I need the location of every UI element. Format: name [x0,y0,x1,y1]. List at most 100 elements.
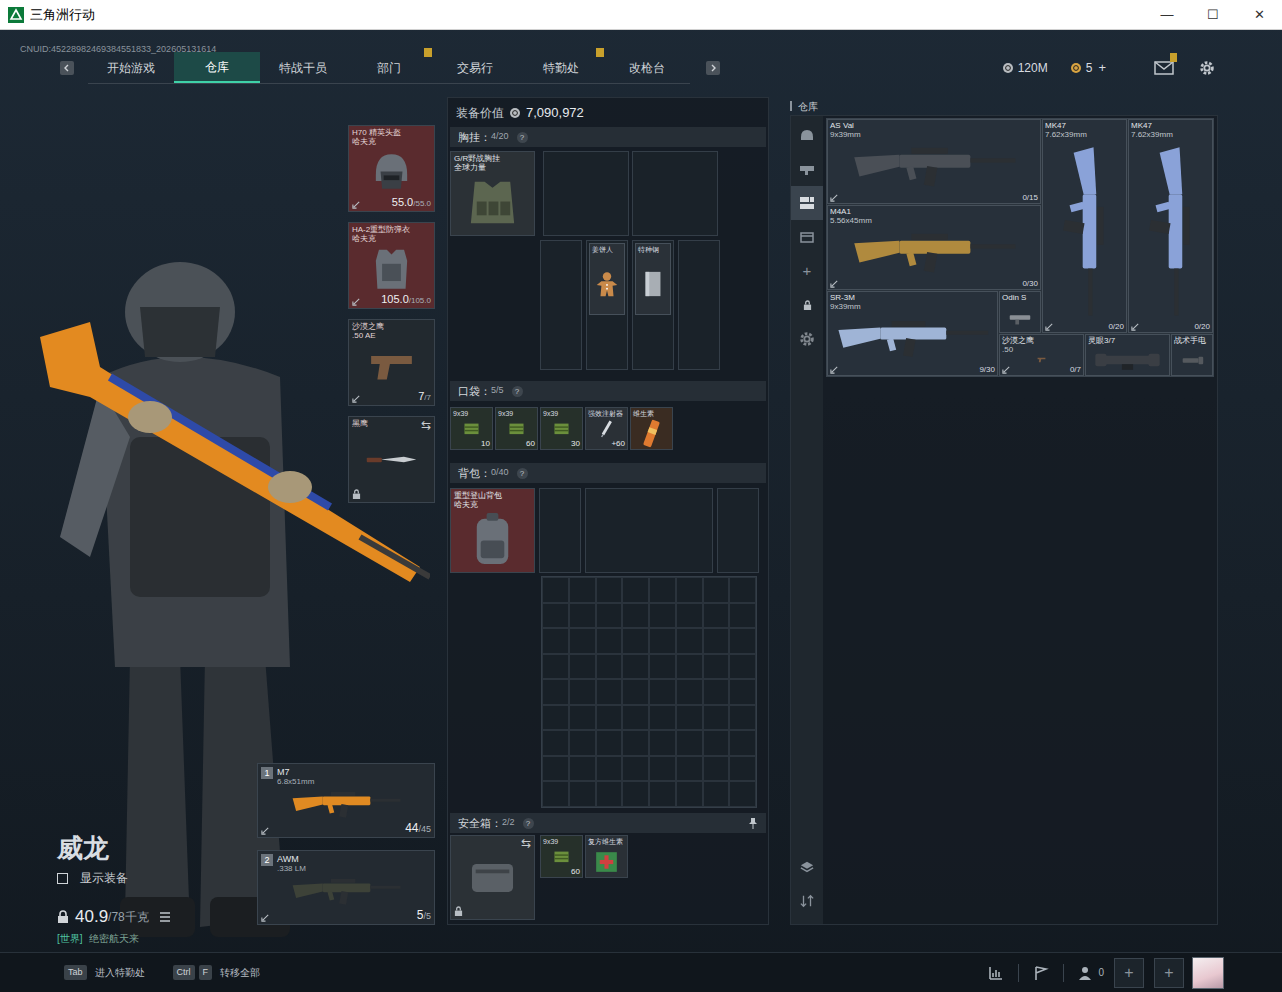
item-cell[interactable]: 9x3910 [450,407,493,450]
backpack-grid-cell[interactable] [542,679,569,705]
backpack-grid-cell[interactable] [649,756,676,782]
invite-slot[interactable]: + [1114,958,1144,988]
backpack-grid-cell[interactable] [596,654,623,680]
chest-rig-slot[interactable]: G/R野战胸挂全球力量 [450,151,535,236]
warehouse-item[interactable]: AS Val9x39mm0/15 [827,119,1041,204]
warehouse-item[interactable]: 战术手电 [1171,334,1213,376]
swap-button[interactable]: ⇆ [521,837,531,849]
backpack-grid-cell[interactable] [596,679,623,705]
empty-container[interactable] [539,488,581,573]
backpack-grid-cell[interactable] [729,705,756,731]
backpack-grid-cell[interactable] [703,756,730,782]
backpack-grid-cell[interactable] [596,705,623,731]
item-cell[interactable]: 维生素 [630,407,673,450]
help-button[interactable]: ? [517,468,528,479]
swap-button[interactable]: ⇆ [421,419,431,431]
item-cell[interactable]: 9x3930 [540,407,583,450]
warehouse-item[interactable]: M4A15.56x45mm0/30 [827,205,1041,290]
backpack-grid-cell[interactable] [703,577,730,603]
key-hint[interactable]: CtrlF转移全部 [173,965,261,980]
help-button[interactable]: ? [523,818,534,829]
list-icon[interactable] [159,911,171,923]
backpack-grid-cell[interactable] [729,730,756,756]
show-equipment-toggle[interactable]: 显示装备 [57,869,257,887]
backpack-grid-cell[interactable] [596,628,623,654]
weapon-slot[interactable]: 1M76.8x51mm44/45 [257,763,435,838]
nav-tab[interactable]: 仓库 [174,52,260,83]
stats-chart-icon[interactable] [988,965,1004,981]
safe-box-slot[interactable]: ⇆ [450,835,535,920]
backpack-grid-cell[interactable] [676,679,703,705]
nav-tab[interactable]: 交易行 [432,52,518,83]
backpack-grid-cell[interactable] [596,756,623,782]
backpack-grid-cell[interactable] [569,756,596,782]
backpack-grid-cell[interactable] [542,603,569,629]
empty-container[interactable] [632,151,718,236]
backpack-grid-cell[interactable] [729,654,756,680]
backpack-grid-cell[interactable] [542,705,569,731]
backpack-grid-cell[interactable] [569,603,596,629]
window-control-button[interactable]: — [1144,0,1190,29]
weapon-slot[interactable]: 2AWM.338 LM5/5 [257,850,435,925]
backpack-grid-cell[interactable] [622,705,649,731]
add-currency-button[interactable]: + [1098,58,1106,78]
help-button[interactable]: ? [512,386,523,397]
gear-slot[interactable]: H70 精英头盔哈夫克55.0/55.0 [348,125,435,212]
backpack-grid-cell[interactable] [596,781,623,807]
forward-icon[interactable] [706,61,720,75]
backpack-grid-cell[interactable] [569,705,596,731]
warehouse-item[interactable]: 沙漠之鹰.500/7 [999,334,1084,376]
backpack-grid-cell[interactable] [729,679,756,705]
warehouse-tab[interactable] [791,220,823,254]
backpack-grid-cell[interactable] [703,654,730,680]
backpack-grid-cell[interactable] [622,679,649,705]
warehouse-item[interactable]: Odin S [999,291,1041,333]
backpack-grid-cell[interactable] [676,730,703,756]
empty-container[interactable] [717,488,759,573]
window-control-button[interactable]: ☐ [1190,0,1236,29]
empty-container[interactable]: 特种钢 [632,240,674,370]
backpack-grid-cell[interactable] [622,781,649,807]
backpack-grid-cell[interactable] [729,628,756,654]
sort-button[interactable] [791,884,823,918]
backpack-grid-cell[interactable] [703,679,730,705]
layers-button[interactable] [791,850,823,884]
backpack-grid-cell[interactable] [542,756,569,782]
add-storage-button[interactable]: + [791,254,823,288]
warehouse-settings-button[interactable] [791,322,823,356]
item-cell[interactable]: 强效注射器+60 [585,407,628,450]
back-icon[interactable] [60,61,74,75]
gear-slot[interactable]: 黑鹰⇆ [348,416,435,503]
backpack-grid-cell[interactable] [622,730,649,756]
item-cell[interactable]: 姜饼人 [589,243,625,315]
gear-slot[interactable]: HA-2重型防弹衣哈夫克105.0/105.0 [348,222,435,309]
warehouse-tab[interactable] [791,152,823,186]
flag-icon[interactable] [1033,965,1049,981]
warehouse-item[interactable]: 灵眼3/7 [1085,334,1170,376]
backpack-grid-cell[interactable] [649,705,676,731]
backpack-grid-cell[interactable] [569,628,596,654]
warehouse-tab[interactable] [791,118,823,152]
backpack-grid-cell[interactable] [542,577,569,603]
nav-tab[interactable]: 开始游戏 [88,52,174,83]
backpack-grid-cell[interactable] [542,730,569,756]
friends-button[interactable]: 0 [1078,965,1104,981]
backpack-grid-cell[interactable] [569,577,596,603]
backpack-grid-cell[interactable] [622,628,649,654]
backpack-grid-cell[interactable] [676,781,703,807]
warehouse-tab[interactable] [791,186,823,220]
help-button[interactable]: ? [517,132,528,143]
warehouse-item[interactable]: MK477.62x39mm0/20 [1128,119,1213,333]
backpack-grid-cell[interactable] [676,603,703,629]
backpack-grid-cell[interactable] [649,679,676,705]
item-cell[interactable]: 复方维生素 [585,835,628,878]
player-avatar[interactable] [1192,957,1224,989]
invite-slot[interactable]: + [1154,958,1184,988]
backpack-grid-cell[interactable] [569,679,596,705]
item-cell[interactable]: 9x3960 [540,835,583,878]
backpack-grid-cell[interactable] [729,603,756,629]
backpack-grid-cell[interactable] [622,577,649,603]
backpack-grid-cell[interactable] [703,705,730,731]
backpack-grid-cell[interactable] [703,781,730,807]
backpack-grid-cell[interactable] [649,654,676,680]
